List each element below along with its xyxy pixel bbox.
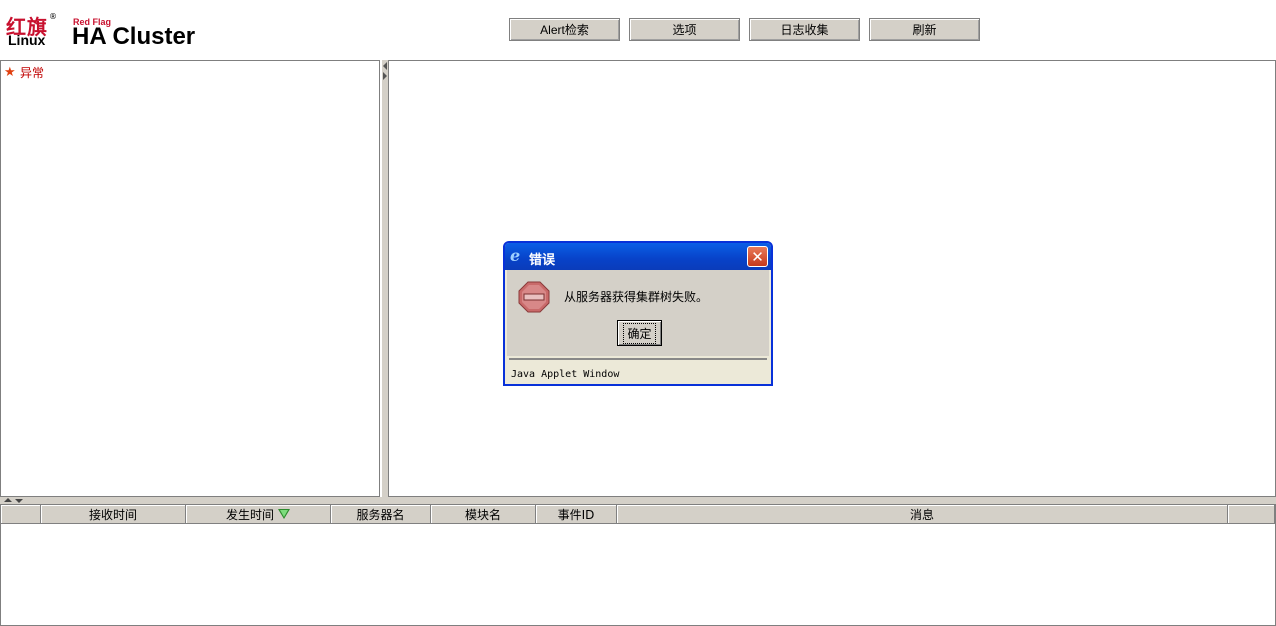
dialog-title: 错误 <box>529 253 556 268</box>
column-header-filler <box>1228 505 1275 524</box>
collapse-down-icon[interactable] <box>15 499 23 503</box>
dialog-close-button[interactable]: ✕ <box>747 246 768 267</box>
stop-icon <box>518 281 550 313</box>
refresh-button[interactable]: 刷新 <box>869 18 980 41</box>
alert-search-button[interactable]: Alert检索 <box>509 18 620 41</box>
ok-button-label: 确定 <box>623 322 656 344</box>
applet-status-bar: Java Applet Window <box>509 358 767 382</box>
logo-product-text: HA Cluster <box>72 23 196 50</box>
column-header-module-name[interactable]: 模块名 <box>431 505 536 524</box>
table-header: 接收时间 发生时间 服务器名 模块名 事件ID 消息 <box>1 505 1275 524</box>
column-header-blank[interactable] <box>1 505 41 524</box>
column-header-server-name[interactable]: 服务器名 <box>331 505 431 524</box>
logo-linux-text: Linux <box>8 32 46 48</box>
applet-status-text: Java Applet Window <box>511 369 620 380</box>
dialog-message: 从服务器获得集群树失败。 <box>564 290 709 304</box>
sort-descending-icon <box>278 509 290 519</box>
ok-button[interactable]: 确定 <box>617 320 662 346</box>
event-table: 接收时间 发生时间 服务器名 模块名 事件ID 消息 <box>0 504 1276 626</box>
log-collect-button[interactable]: 日志收集 <box>749 18 860 41</box>
collapse-up-icon[interactable] <box>4 498 12 502</box>
cluster-tree-panel[interactable]: ★ 异常 <box>0 60 380 497</box>
app-logo: 红旗 ® Linux Red Flag HA Cluster <box>0 0 210 58</box>
warning-star-icon: ★ <box>4 65 16 80</box>
dialog-title-bar[interactable]: e 错误 ✕ <box>505 243 771 270</box>
collapse-right-icon[interactable] <box>383 72 387 80</box>
column-header-occurred-time-label: 发生时间 <box>225 507 274 522</box>
column-header-message[interactable]: 消息 <box>617 505 1228 524</box>
dialog-body: 从服务器获得集群树失败。 确定 <box>507 270 769 356</box>
options-button[interactable]: 选项 <box>629 18 740 41</box>
ie-icon: e <box>510 246 521 265</box>
vertical-splitter[interactable] <box>381 60 388 497</box>
logo-reg-mark: ® <box>49 12 57 21</box>
column-header-event-id[interactable]: 事件ID <box>536 505 617 524</box>
column-header-occurred-time[interactable]: 发生时间 <box>186 505 331 524</box>
close-icon: ✕ <box>751 247 764 266</box>
tree-item-exception[interactable]: ★ 异常 <box>4 64 44 81</box>
tree-item-label: 异常 <box>20 66 45 80</box>
column-header-received-time[interactable]: 接收时间 <box>41 505 186 524</box>
collapse-left-icon[interactable] <box>383 62 387 70</box>
error-dialog: e 错误 ✕ 从服务器获得集群树失败。 确定 Java Applet Windo… <box>503 241 773 386</box>
horizontal-splitter[interactable] <box>0 497 1276 504</box>
